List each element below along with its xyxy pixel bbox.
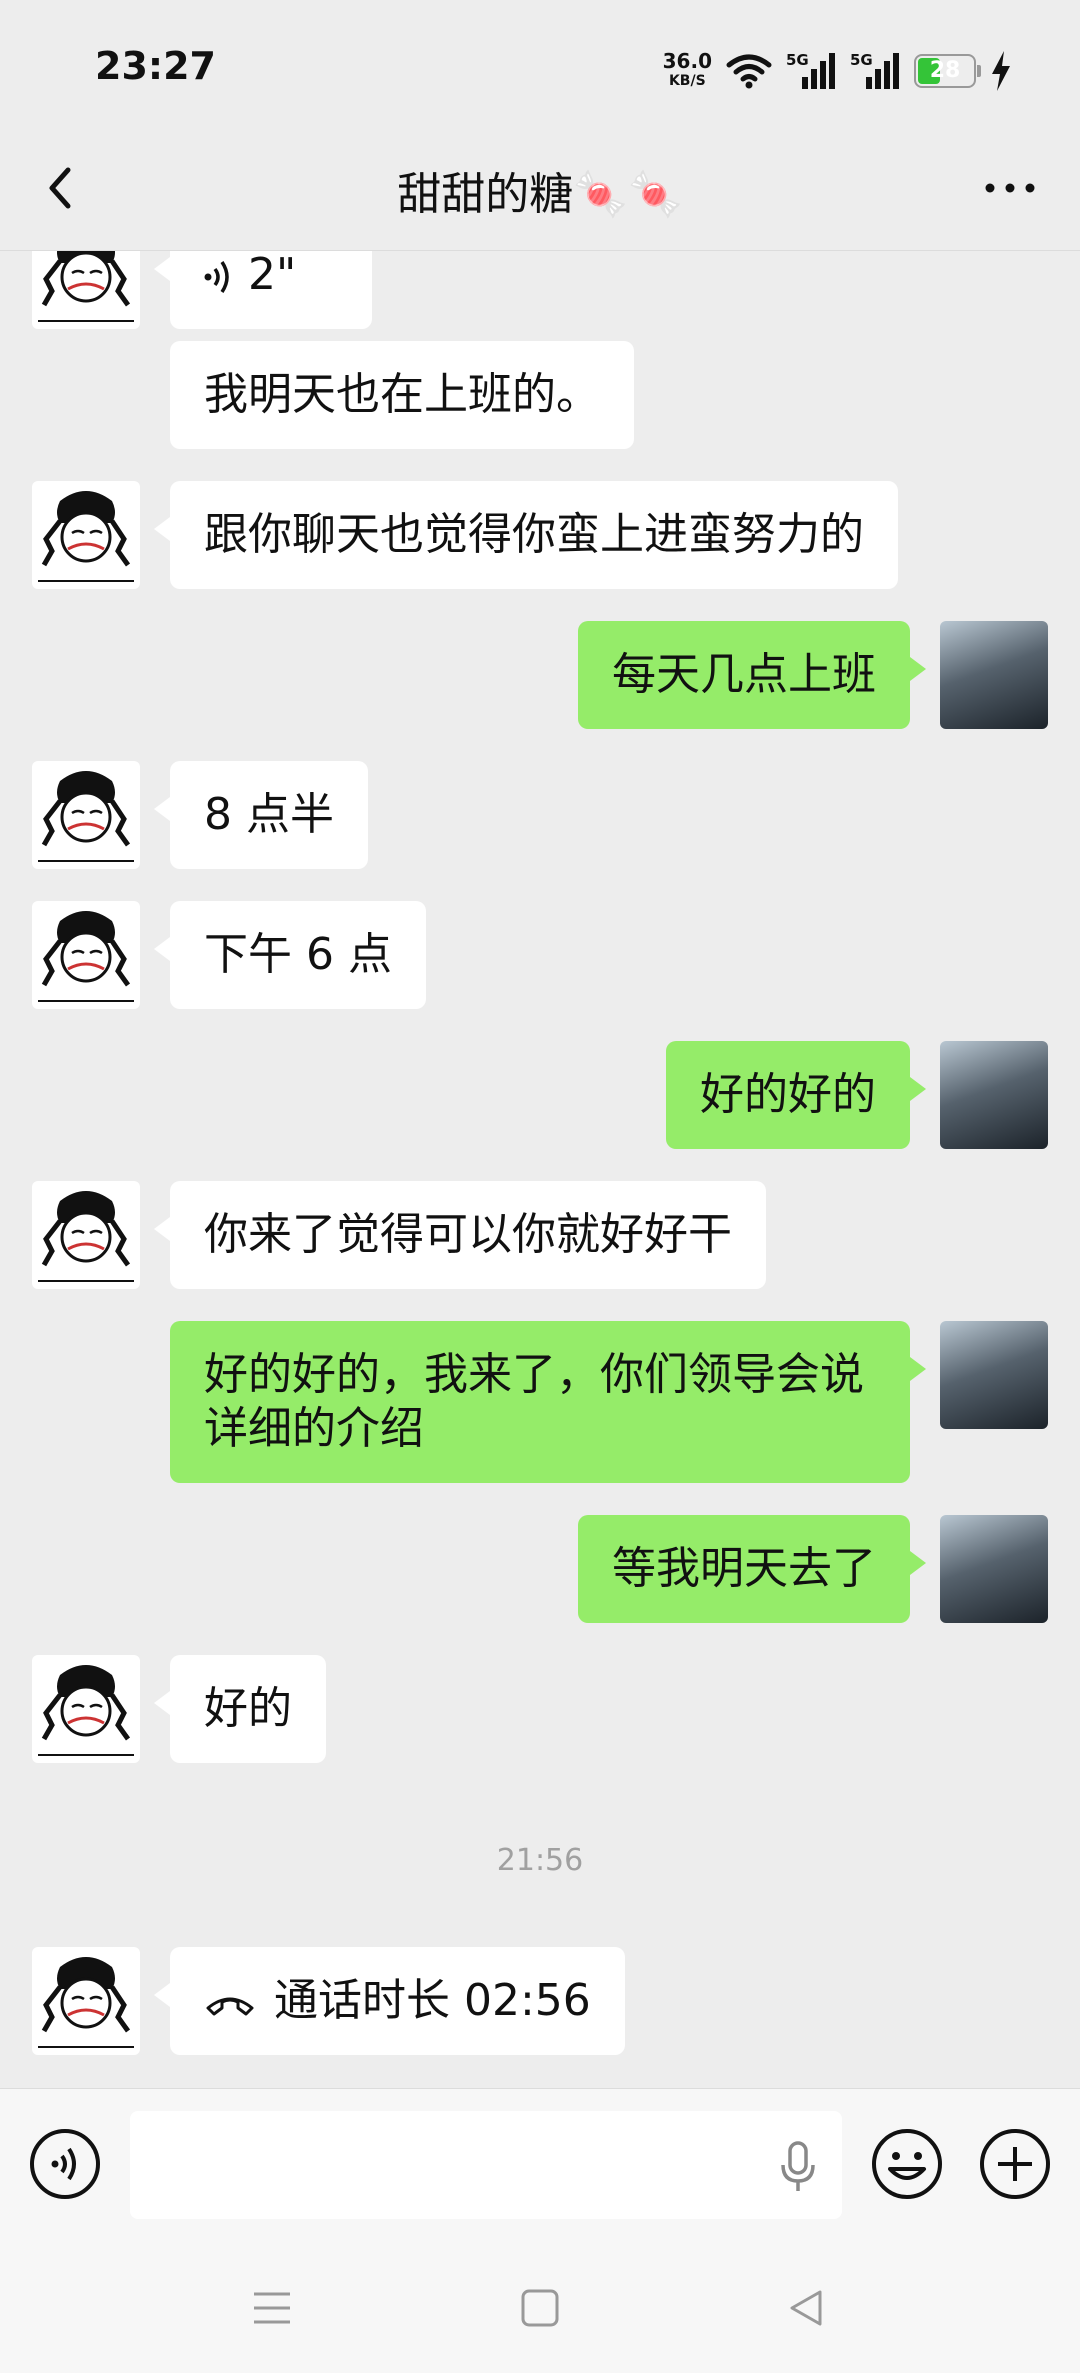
- wifi-icon: [726, 54, 772, 89]
- cartoon-girl-icon: [38, 251, 134, 322]
- chat-header: 甜甜的糖🍬🍬: [0, 120, 1080, 251]
- contact-avatar[interactable]: [32, 1947, 140, 2055]
- microphone-icon[interactable]: [780, 2141, 816, 2193]
- network-speed: 36.0 KB/S: [662, 49, 712, 89]
- voice-wave-icon: [204, 261, 229, 293]
- message-bubble-incoming[interactable]: 我明天也在上班的。: [170, 341, 634, 449]
- contact-avatar[interactable]: [32, 481, 140, 589]
- menu-nav-icon[interactable]: [252, 2290, 292, 2326]
- system-navigation-bar: [0, 2238, 1080, 2373]
- message-bubble-outgoing[interactable]: 等我明天去了: [578, 1515, 926, 1623]
- my-avatar[interactable]: [940, 621, 1048, 729]
- message-bubble-incoming[interactable]: 下午 6 点: [154, 901, 426, 1009]
- contact-avatar[interactable]: [32, 1655, 140, 1763]
- message-bubble-incoming[interactable]: 好的: [154, 1655, 326, 1763]
- more-icon[interactable]: [980, 168, 1040, 208]
- back-nav-icon[interactable]: [786, 2288, 826, 2328]
- contact-avatar[interactable]: [32, 761, 140, 869]
- contact-avatar[interactable]: [32, 251, 140, 329]
- cartoon-girl-icon: [38, 1665, 134, 1756]
- message-bubble-incoming[interactable]: 你来了觉得可以你就好好干: [154, 1181, 766, 1289]
- cartoon-girl-icon: [38, 1957, 134, 2048]
- cartoon-girl-icon: [38, 1191, 134, 1282]
- contact-avatar[interactable]: [32, 1181, 140, 1289]
- cartoon-girl-icon: [38, 491, 134, 582]
- my-avatar[interactable]: [940, 1321, 1048, 1429]
- contact-avatar[interactable]: [32, 901, 140, 1009]
- phone-hangup-icon: [206, 1997, 254, 2016]
- emoji-icon[interactable]: [870, 2127, 944, 2201]
- voice-message[interactable]: 2": [154, 251, 372, 329]
- message-bubble-outgoing[interactable]: 好的好的: [666, 1041, 926, 1149]
- message-timestamp: 21:56: [496, 1843, 584, 1878]
- chat-title: 甜甜的糖🍬🍬: [397, 169, 683, 220]
- message-input[interactable]: [130, 2111, 842, 2219]
- my-avatar[interactable]: [940, 1515, 1048, 1623]
- status-bar: 23:27 36.0 KB/S 5G 5G 28: [0, 0, 1080, 120]
- battery-icon: 28: [914, 54, 981, 88]
- charging-icon: [992, 51, 1010, 91]
- message-list[interactable]: 2" 我明天也在上班的。 跟你聊天也觉得你蛮上进蛮努力的 每天几点上班 8 点半…: [0, 251, 1080, 2088]
- home-nav-icon[interactable]: [520, 2288, 560, 2328]
- status-icons: 36.0 KB/S 5G 5G 28: [663, 48, 1012, 94]
- cell-signal-icon-2: 5G: [850, 51, 900, 91]
- call-record-bubble[interactable]: 通话时长 02:56: [154, 1947, 625, 2055]
- my-avatar[interactable]: [940, 1041, 1048, 1149]
- voice-input-toggle-icon[interactable]: [28, 2127, 102, 2201]
- message-bubble-outgoing[interactable]: 每天几点上班: [578, 621, 926, 729]
- message-bubble-incoming[interactable]: 8 点半: [154, 761, 368, 869]
- message-bubble-incoming[interactable]: 跟你聊天也觉得你蛮上进蛮努力的: [154, 481, 898, 589]
- cartoon-girl-icon: [38, 771, 134, 862]
- plus-icon[interactable]: [978, 2127, 1052, 2201]
- input-bar: [0, 2088, 1080, 2239]
- status-time: 23:27: [95, 44, 216, 88]
- cell-signal-icon: 5G: [786, 51, 836, 91]
- cartoon-girl-icon: [38, 911, 134, 1002]
- message-bubble-outgoing[interactable]: 好的好的，我来了，你们领导会说详细的介绍: [170, 1321, 926, 1483]
